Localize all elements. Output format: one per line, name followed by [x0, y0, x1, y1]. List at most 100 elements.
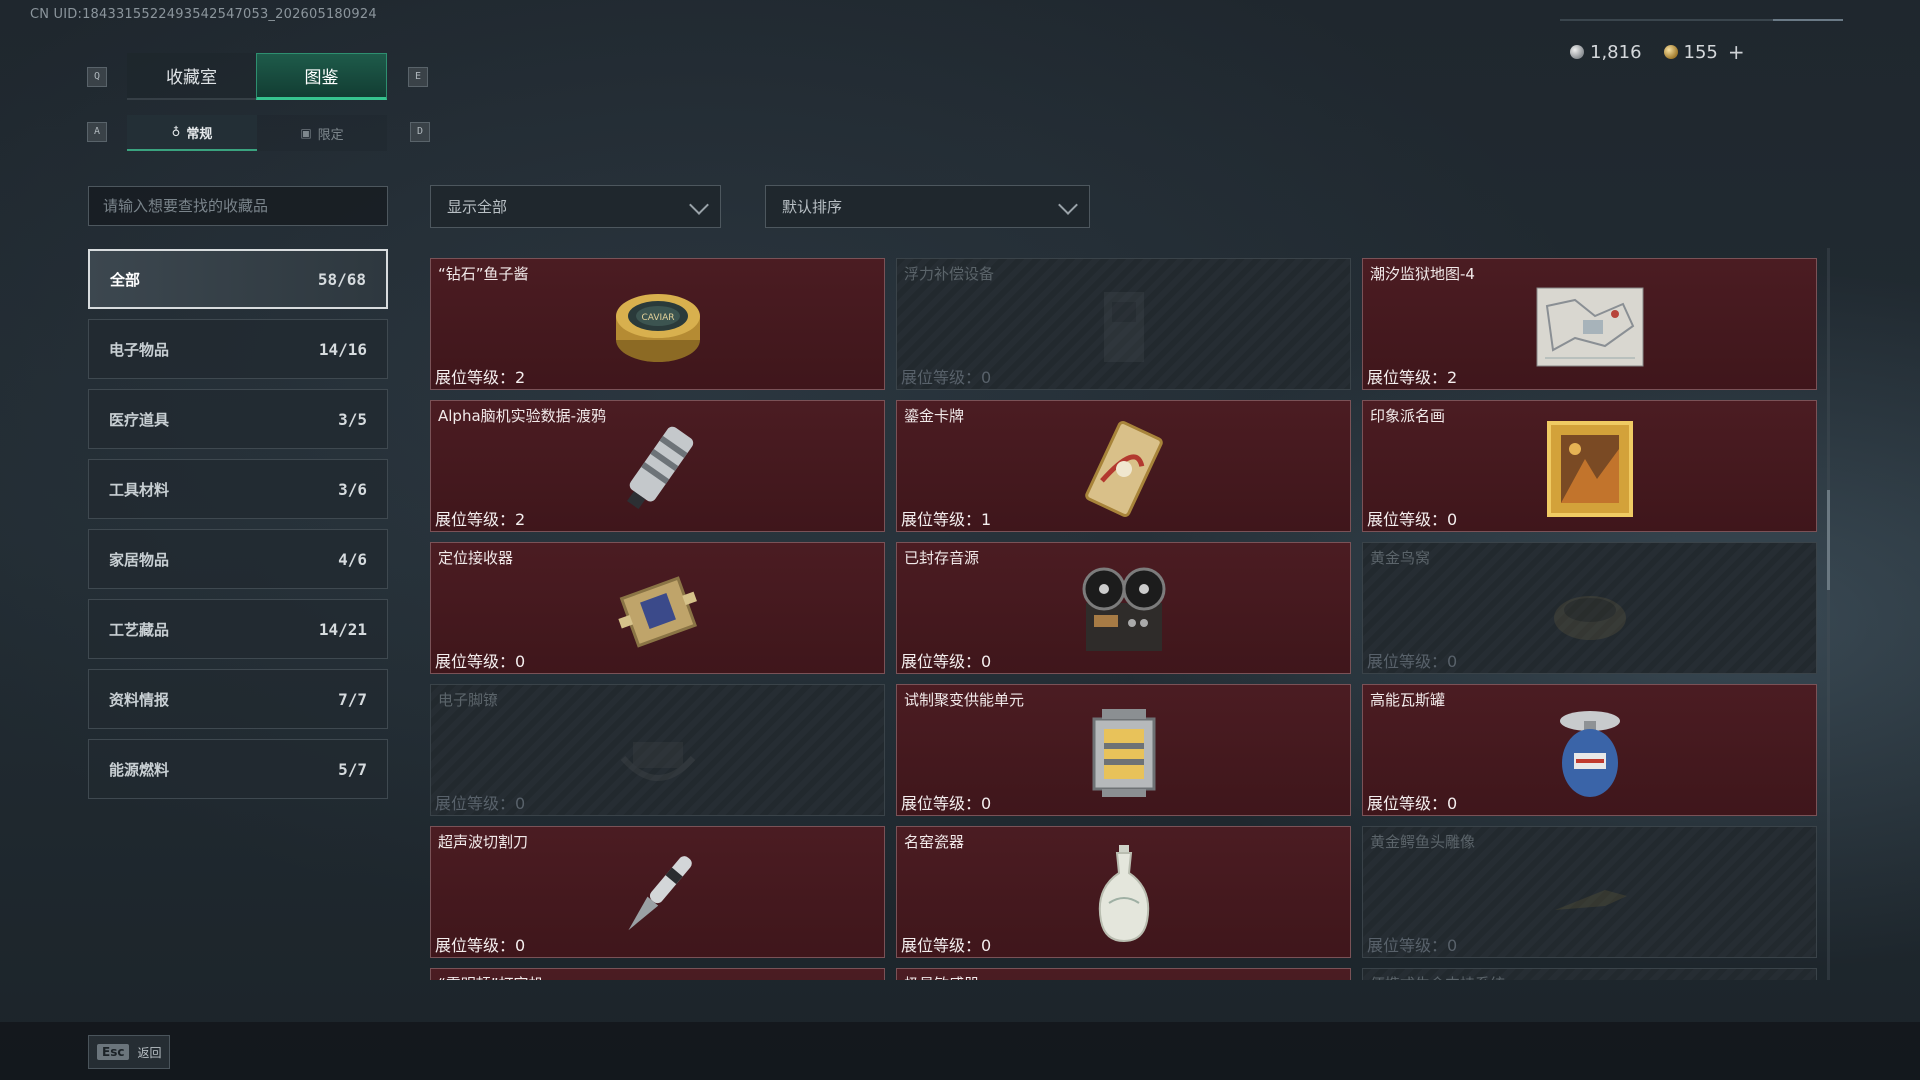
back-button[interactable]: Esc 返回	[88, 1035, 171, 1069]
category-count: 58/68	[317, 269, 366, 289]
collection-card[interactable]: 名窑瓷器展位等级：0	[896, 826, 1351, 958]
filter-dropdown[interactable]: 显示全部	[430, 185, 721, 228]
collection-card[interactable]: Alpha脑机实验数据-渡鸦 展位等级：2	[430, 400, 885, 532]
collection-card[interactable]: 超声波切割刀 展位等级：0	[430, 826, 885, 958]
tab-catalog[interactable]: 图鉴	[256, 53, 387, 100]
ankle-monitor-icon	[603, 703, 713, 803]
collection-card[interactable]: 高能瓦斯罐 展位等级：0	[1362, 684, 1817, 816]
caviar-icon: CAVIAR	[603, 277, 713, 377]
limited-icon: ▣	[300, 126, 312, 140]
item-display-level: 展位等级：0	[435, 936, 526, 955]
gas-canister-icon	[1535, 703, 1645, 803]
sort-dropdown[interactable]: 默认排序	[765, 185, 1090, 228]
item-name: 名窑瓷器	[904, 833, 965, 851]
item-name: 便携式生命支持系统	[1370, 973, 1505, 980]
category-count: 5/7	[338, 759, 367, 779]
grid-scrollbar[interactable]	[1827, 248, 1830, 980]
main-tabs: 收藏室 图鉴	[127, 53, 387, 100]
category-home[interactable]: 家居物品 4/6	[88, 529, 388, 589]
collection-card[interactable]: 浮力补偿设备 展位等级：0	[896, 258, 1351, 390]
item-display-level: 展位等级：1	[901, 510, 992, 529]
map-icon	[1535, 277, 1645, 377]
item-display-level: 展位等级：2	[435, 510, 526, 529]
search-input[interactable]	[88, 186, 388, 226]
silver-coin-icon	[1570, 45, 1584, 59]
collection-card[interactable]: “雷明顿”打字机	[430, 968, 885, 980]
category-count: 14/16	[318, 339, 367, 359]
buoyancy-device-icon	[1069, 277, 1179, 377]
footer-bar	[0, 1022, 1920, 1080]
chevron-down-icon	[1058, 195, 1078, 215]
tape-recorder-icon	[1069, 561, 1179, 661]
collection-card[interactable]: 已封存音源 展位等级：0	[896, 542, 1351, 674]
collection-card[interactable]: “钻石”鱼子酱 CAVIAR 展位等级：2	[430, 258, 885, 390]
tab-collection-room[interactable]: 收藏室	[127, 53, 256, 100]
item-name: 超声波切割刀	[438, 833, 529, 851]
subtab-regular[interactable]: ♁ 常规	[127, 115, 257, 151]
gold-currency[interactable]: 155 +	[1663, 40, 1745, 64]
category-count: 14/21	[318, 619, 367, 639]
gold-amount: 155	[1683, 41, 1718, 63]
category-intel[interactable]: 资料情报 7/7	[88, 669, 388, 729]
category-all[interactable]: 全部 58/68	[88, 249, 388, 309]
data-drive-icon	[603, 419, 713, 519]
category-tools[interactable]: 工具材料 3/6	[88, 459, 388, 519]
collection-card[interactable]: 印象派名画 展位等级：0	[1362, 400, 1817, 532]
key-hint-q: Q	[87, 67, 107, 87]
back-label: 返回	[137, 1045, 162, 1060]
item-name: 电子脚镣	[438, 691, 499, 709]
item-display-level: 展位等级：0	[901, 794, 992, 813]
chevron-down-icon	[689, 195, 709, 215]
collection-card[interactable]: 电子脚镣 展位等级：0	[430, 684, 885, 816]
category-name: 工具材料	[109, 480, 170, 499]
gold-coin-icon	[1663, 45, 1678, 59]
subtab-label: 常规	[186, 126, 213, 142]
sort-label: 默认排序	[782, 198, 843, 216]
collection-card[interactable]: 潮汐监狱地图-4 展位等级：2	[1362, 258, 1817, 390]
collection-card[interactable]: 鎏金卡牌 展位等级：1	[896, 400, 1351, 532]
item-grid: “钻石”鱼子酱 CAVIAR 展位等级：2 浮力补偿设备 展位等级：0 潮汐监狱地图-4 展…	[430, 248, 1818, 980]
add-currency-button[interactable]: +	[1728, 40, 1745, 64]
item-display-level: 展位等级：0	[901, 936, 992, 955]
crocodile-statue-icon	[1535, 845, 1645, 945]
category-name: 医疗道具	[109, 410, 170, 429]
collection-card[interactable]: 定位接收器 展位等级：0	[430, 542, 885, 674]
item-display-level: 展位等级：0	[901, 652, 992, 671]
category-medical[interactable]: 医疗道具 3/5	[88, 389, 388, 449]
category-name: 能源燃料	[109, 760, 170, 779]
item-name: “钻石”鱼子酱	[438, 265, 529, 283]
category-electronics[interactable]: 电子物品 14/16	[88, 319, 388, 379]
category-count: 3/6	[338, 479, 367, 499]
item-display-level: 展位等级：0	[1367, 652, 1458, 671]
collection-card[interactable]: 试制聚变供能单元 展位等级：0	[896, 684, 1351, 816]
category-name: 工艺藏品	[109, 620, 170, 639]
top-divider	[1560, 19, 1843, 21]
category-count: 7/7	[338, 689, 367, 709]
regular-icon: ♁	[171, 125, 181, 139]
scrollbar-thumb[interactable]	[1827, 490, 1830, 590]
collection-card[interactable]: 极易敏感器	[896, 968, 1351, 980]
painting-icon	[1535, 419, 1645, 519]
item-name: “雷明顿”打字机	[438, 973, 544, 980]
tab-label: 图鉴	[304, 68, 339, 88]
item-name: 印象派名画	[1370, 407, 1446, 425]
collection-card[interactable]: 便携式生命支持系统	[1362, 968, 1817, 980]
category-energy[interactable]: 能源燃料 5/7	[88, 739, 388, 799]
collection-card[interactable]: 黄金鳄鱼头雕像 展位等级：0	[1362, 826, 1817, 958]
category-name: 资料情报	[109, 690, 170, 709]
filter-label: 显示全部	[447, 198, 508, 216]
fusion-cell-icon	[1069, 703, 1179, 803]
category-list: 全部 58/68 电子物品 14/16 医疗道具 3/5 工具材料 3/6 家居物品 4/…	[88, 249, 388, 809]
category-count: 4/6	[338, 549, 367, 569]
item-name: 高能瓦斯罐	[1370, 691, 1446, 709]
item-display-level: 展位等级：0	[1367, 936, 1458, 955]
item-display-level: 展位等级：2	[435, 368, 526, 387]
subtab-limited[interactable]: ▣ 限定	[257, 115, 387, 151]
item-display-level: 展位等级：2	[1367, 368, 1458, 387]
item-display-level: 展位等级：0	[901, 368, 992, 387]
svg-text:CAVIAR: CAVIAR	[641, 313, 674, 323]
collection-card[interactable]: 黄金鸟窝 展位等级：0	[1362, 542, 1817, 674]
item-name: 极易敏感器	[904, 973, 979, 980]
silver-amount: 1,816	[1590, 41, 1642, 63]
category-crafts[interactable]: 工艺藏品 14/21	[88, 599, 388, 659]
